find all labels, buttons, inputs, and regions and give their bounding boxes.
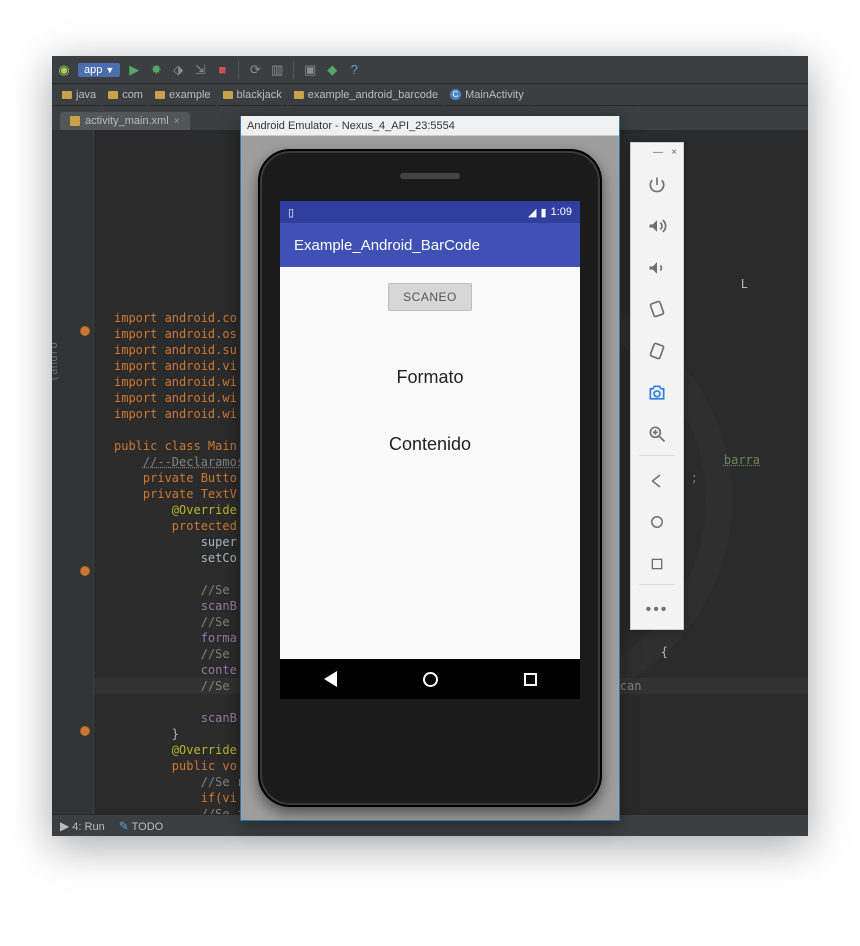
todo-tool[interactable]: ✎ TODO bbox=[119, 819, 164, 833]
volume-down-icon[interactable] bbox=[637, 249, 677, 287]
folder-icon bbox=[62, 91, 72, 99]
folder-icon bbox=[294, 91, 304, 99]
side-label: (andro bbox=[52, 342, 62, 382]
overview-icon[interactable] bbox=[637, 545, 677, 583]
volume-up-icon[interactable] bbox=[637, 208, 677, 246]
scan-button[interactable]: SCANEO bbox=[388, 283, 472, 311]
separator bbox=[293, 61, 294, 79]
home-icon[interactable] bbox=[637, 503, 677, 541]
app-content: SCANEO Formato Contenido bbox=[280, 267, 580, 659]
nav-home-button[interactable] bbox=[421, 670, 439, 688]
sync-icon[interactable]: ⟳ bbox=[247, 62, 263, 78]
android-icon: ◉ bbox=[56, 62, 72, 78]
rotate-left-icon[interactable] bbox=[637, 291, 677, 329]
android-status-bar: ▯ ◢ ▮ 1:09 bbox=[280, 201, 580, 223]
minimize-button[interactable]: — bbox=[653, 147, 663, 162]
emulator-window: Android Emulator - Nexus_4_API_23:5554 ▯… bbox=[240, 116, 620, 821]
close-button[interactable]: × bbox=[671, 147, 677, 162]
attach-icon[interactable]: ⇲ bbox=[192, 62, 208, 78]
nav-overview-button[interactable] bbox=[521, 670, 539, 688]
editor-tab[interactable]: activity_main.xml × bbox=[60, 112, 190, 130]
device-speaker bbox=[400, 173, 460, 179]
nav-back-button[interactable] bbox=[321, 670, 339, 688]
module-selector[interactable]: app ▼ bbox=[78, 63, 120, 77]
emulator-titlebar[interactable]: Android Emulator - Nexus_4_API_23:5554 bbox=[241, 116, 619, 136]
device-screen[interactable]: ▯ ◢ ▮ 1:09 Example_Android_BarCode SCANE… bbox=[280, 201, 580, 699]
emulator-side-toolbar: — × ••• bbox=[630, 142, 684, 630]
separator bbox=[238, 61, 239, 79]
separator bbox=[639, 584, 675, 585]
breadcrumb-item[interactable]: example bbox=[149, 89, 217, 101]
class-icon: C bbox=[450, 89, 461, 100]
folder-icon bbox=[223, 91, 233, 99]
zoom-icon[interactable] bbox=[637, 415, 677, 453]
gutter bbox=[52, 130, 94, 814]
folder-icon bbox=[155, 91, 165, 99]
power-icon[interactable] bbox=[637, 166, 677, 204]
xml-icon bbox=[70, 116, 80, 126]
ide-toolbar: ◉ app ▼ ▶ ✸ ⬗ ⇲ ■ ⟳ ▥ ▣ ◆ ? bbox=[52, 56, 808, 84]
battery-icon: ▮ bbox=[541, 206, 547, 219]
override-gutter-icon[interactable] bbox=[80, 566, 90, 576]
signal-icon: ◢ bbox=[528, 206, 536, 219]
override-gutter-icon[interactable] bbox=[80, 726, 90, 736]
breadcrumb-item[interactable]: blackjack bbox=[217, 89, 288, 101]
profile-icon[interactable]: ⬗ bbox=[170, 62, 186, 78]
contenido-label: Contenido bbox=[389, 434, 471, 455]
chevron-down-icon: ▼ bbox=[105, 65, 114, 75]
device-frame: ▯ ◢ ▮ 1:09 Example_Android_BarCode SCANE… bbox=[258, 149, 602, 807]
emulator-title: Android Emulator - Nexus_4_API_23:5554 bbox=[247, 120, 455, 132]
debug-icon[interactable]: ✸ bbox=[148, 62, 164, 78]
breadcrumb-item[interactable]: com bbox=[102, 89, 149, 101]
close-icon[interactable]: × bbox=[174, 116, 180, 127]
app-title-bar: Example_Android_BarCode bbox=[280, 223, 580, 267]
emulator-body: ▯ ◢ ▮ 1:09 Example_Android_BarCode SCANE… bbox=[241, 136, 619, 820]
folder-icon bbox=[108, 91, 118, 99]
separator bbox=[639, 455, 675, 456]
breadcrumb-item[interactable]: CMainActivity bbox=[444, 89, 530, 101]
more-icon[interactable]: ••• bbox=[637, 591, 677, 629]
camera-icon[interactable] bbox=[637, 374, 677, 412]
android-icon[interactable]: ◆ bbox=[324, 62, 340, 78]
module-label: app bbox=[84, 64, 102, 76]
breadcrumb-bar: java com example blackjack example_andro… bbox=[52, 84, 808, 106]
formato-label: Formato bbox=[396, 367, 463, 388]
code-fragment: barra bbox=[724, 452, 760, 468]
window-controls: — × bbox=[631, 147, 683, 162]
status-right: ◢ ▮ 1:09 bbox=[528, 206, 572, 219]
rotate-right-icon[interactable] bbox=[637, 332, 677, 370]
run-icon[interactable]: ▶ bbox=[126, 62, 142, 78]
stop-icon[interactable]: ■ bbox=[214, 62, 230, 78]
run-tool[interactable]: ▶ 4: Run bbox=[60, 819, 105, 833]
tab-label: activity_main.xml bbox=[85, 115, 169, 127]
override-gutter-icon[interactable] bbox=[80, 326, 90, 336]
sdk-icon[interactable]: ▣ bbox=[302, 62, 318, 78]
android-nav-bar bbox=[280, 659, 580, 699]
clock: 1:09 bbox=[551, 206, 572, 218]
breadcrumb-item[interactable]: java bbox=[56, 89, 102, 101]
avd-icon[interactable]: ▥ bbox=[269, 62, 285, 78]
back-icon[interactable] bbox=[637, 462, 677, 500]
breadcrumb-item[interactable]: example_android_barcode bbox=[288, 89, 444, 101]
help-icon[interactable]: ? bbox=[346, 62, 362, 78]
status-left-icon: ▯ bbox=[288, 206, 294, 219]
app-title: Example_Android_BarCode bbox=[294, 237, 480, 254]
